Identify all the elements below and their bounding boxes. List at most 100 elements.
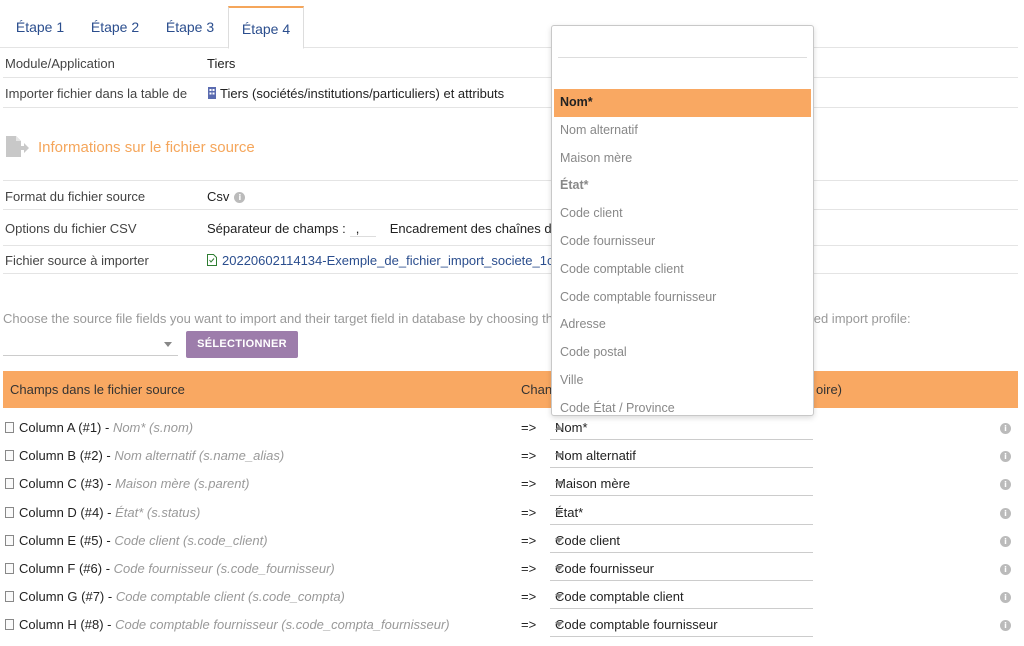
source-column-name: Column G (#7) - xyxy=(19,589,116,605)
file-icon xyxy=(5,478,14,490)
mapping-arrow: => xyxy=(521,617,537,633)
format-row: Format du fichier source Csv i xyxy=(3,180,1018,210)
target-field-value: Code comptable fournisseur xyxy=(555,617,718,633)
building-icon xyxy=(208,87,216,99)
dropdown-option[interactable]: Code État / Province xyxy=(554,395,811,415)
header-source-fields: Champs dans le fichier source xyxy=(10,382,185,397)
source-column-name: Column F (#6) - xyxy=(19,561,114,576)
source-column: Column A (#1) - Nom* (s.nom) xyxy=(19,420,193,435)
select-profile-button[interactable]: SÉLECTIONNER xyxy=(186,331,298,358)
info-icon[interactable]: i xyxy=(1000,592,1011,604)
format-label: Format du fichier source xyxy=(5,189,146,204)
import-table-label: Importer fichier dans la table de xyxy=(5,86,188,101)
import-profile-select[interactable] xyxy=(3,332,178,356)
mapping-arrow: => xyxy=(521,532,537,548)
source-column-hint: État* (s.status) xyxy=(115,504,201,520)
csv-options-row: Options du fichier CSV Séparateur de cha… xyxy=(3,210,1018,246)
target-field-select[interactable]: Code fournisseur xyxy=(550,556,813,581)
target-field-value: Code client xyxy=(555,532,621,548)
file-csv-icon xyxy=(207,254,217,266)
target-field-value: Maison mère xyxy=(555,476,631,492)
source-column-name: Column E (#5) - xyxy=(19,532,115,548)
tab-step-1[interactable]: Étape 1 xyxy=(4,6,76,48)
dropdown-option[interactable]: Code client xyxy=(554,200,811,228)
source-file-label: Fichier source à importer xyxy=(5,253,149,268)
target-field-select[interactable]: Nom* xyxy=(550,415,813,440)
target-field-select[interactable]: Nom alternatif xyxy=(550,443,813,469)
mapping-arrow: => xyxy=(521,561,537,576)
source-file-link[interactable]: 20220602114134-Exemple_de_fichier_import… xyxy=(222,253,554,268)
dropdown-option[interactable]: Code fournisseur xyxy=(554,228,811,256)
target-field-select[interactable]: État* xyxy=(550,500,813,525)
target-field-value: Code comptable client xyxy=(555,589,684,605)
mapping-arrow: => xyxy=(521,420,537,435)
source-column: Column C (#3) - Maison mère (s.parent) xyxy=(19,476,249,491)
info-icon[interactable]: i xyxy=(1000,479,1011,491)
file-icon xyxy=(5,619,14,631)
enclosure-label: Encadrement des chaînes d xyxy=(389,221,552,236)
target-field-select[interactable]: Code client xyxy=(550,528,813,553)
chevron-up-icon xyxy=(555,425,563,430)
chevron-down-icon xyxy=(555,453,563,459)
source-column: Column D (#4) - État* (s.status) xyxy=(19,505,200,520)
file-icon xyxy=(5,591,14,603)
dropdown-option[interactable]: Code postal xyxy=(554,339,811,367)
dropdown-option[interactable]: Code comptable client xyxy=(554,256,811,284)
dropdown-option[interactable]: Ville xyxy=(554,367,811,395)
mapping-row: Column E (#5) - Code client (s.code_clie… xyxy=(3,527,1018,555)
chevron-down-icon xyxy=(555,566,563,571)
info-icon[interactable]: i xyxy=(234,192,246,204)
chevron-down-icon xyxy=(555,594,563,600)
source-column-name: Column H (#8) - xyxy=(19,617,116,633)
source-column: Column H (#8) - Code comptable fournisse… xyxy=(19,617,450,632)
target-field-select[interactable]: Code comptable fournisseur xyxy=(550,612,813,638)
file-icon xyxy=(5,450,14,462)
target-field-select[interactable]: Maison mère xyxy=(550,471,813,497)
source-column-hint: Maison mère (s.parent) xyxy=(115,476,250,492)
source-section-title: Informations sur le fichier source xyxy=(38,139,255,156)
mapping-arrow: => xyxy=(521,504,537,520)
source-column-hint: Nom alternatif (s.name_alias) xyxy=(114,448,285,464)
source-column-name: Column C (#3) - xyxy=(19,476,116,492)
mapping-row: Column H (#8) - Code comptable fournisse… xyxy=(3,611,1018,639)
source-file-value: 20220602114134-Exemple_de_fichier_import… xyxy=(207,253,554,268)
file-icon xyxy=(5,506,14,518)
info-icon[interactable]: i xyxy=(1000,620,1011,632)
dropdown-option[interactable]: Nom alternatif xyxy=(554,117,811,145)
tab-step-3[interactable]: Étape 3 xyxy=(155,6,225,48)
mapping-row: Column C (#3) - Maison mère (s.parent) =>… xyxy=(3,470,1018,498)
dropdown-option[interactable]: Nom* xyxy=(554,89,811,117)
info-icon[interactable]: i xyxy=(1000,564,1011,575)
header-target-fields: Chan xyxy=(521,382,553,397)
dropdown-option[interactable]: Maison mère xyxy=(554,145,811,173)
info-icon[interactable]: i xyxy=(1000,451,1011,463)
tab-step-2[interactable]: Étape 2 xyxy=(80,6,150,48)
separator-input[interactable]: , xyxy=(349,221,376,237)
source-column-hint: Code comptable client (s.code_compta) xyxy=(115,589,345,605)
target-field-dropdown: Nom* Nom alternatif Maison mère État* Code c… xyxy=(551,25,814,416)
target-field-select[interactable]: Code comptable client xyxy=(550,584,813,610)
choose-instructions: Choose the source file fields you want t… xyxy=(3,311,553,326)
source-column-hint: Code client (s.code_client) xyxy=(114,532,268,548)
source-column-name: Column D (#4) - xyxy=(19,504,116,520)
mapping-arrow: => xyxy=(521,589,537,605)
source-column: Column E (#5) - Code client (s.code_clie… xyxy=(19,533,268,548)
source-column-name: Column B (#2) - xyxy=(19,448,115,464)
info-icon[interactable]: i xyxy=(1000,507,1011,519)
source-column-hint: Nom* (s.nom) xyxy=(112,420,194,435)
dropdown-options: Nom* Nom alternatif Maison mère État* Code c… xyxy=(554,89,811,415)
mapping-row: Column B (#2) - Nom alternatif (s.name_a… xyxy=(3,442,1018,470)
format-value: Csv i xyxy=(207,189,246,204)
step-tabs: Étape 1 Étape 2 Étape 3 Étape 4 xyxy=(0,6,1018,49)
dropdown-option[interactable]: Adresse xyxy=(554,311,811,339)
dropdown-option[interactable]: Code comptable fournisseur xyxy=(554,284,811,312)
tab-step-4[interactable]: Étape 4 xyxy=(228,6,304,49)
info-icon[interactable]: i xyxy=(1000,423,1011,434)
import-table-value: Tiers (sociétés/institutions/particulier… xyxy=(207,86,504,101)
info-icon[interactable]: i xyxy=(1000,535,1011,547)
dropdown-search-input[interactable] xyxy=(558,34,807,58)
chevron-down-icon xyxy=(555,622,563,628)
mapping-arrow: => xyxy=(521,448,537,464)
source-file-row: Fichier source à importer 20220602114134… xyxy=(3,246,1018,274)
dropdown-option[interactable]: État* xyxy=(554,172,811,200)
